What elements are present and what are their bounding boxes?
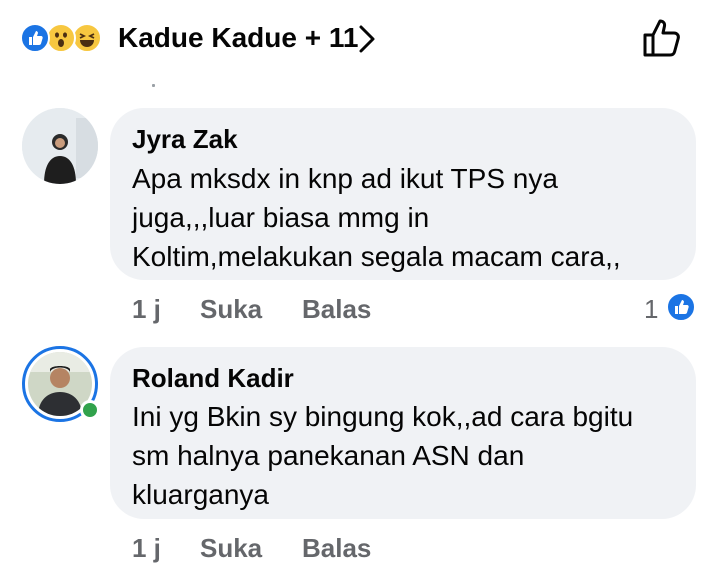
reactions-header[interactable]: Kadue Kadue + 11 (0, 0, 720, 76)
like-icon[interactable] (666, 292, 696, 322)
reply-link[interactable]: Balas (302, 294, 371, 324)
chevron-right-icon[interactable] (356, 24, 378, 54)
comment-author[interactable]: Jyra Zak (132, 124, 238, 154)
like-link[interactable]: Suka (200, 294, 262, 324)
avatar[interactable] (22, 108, 98, 184)
comment-line: Ini yg Bkin sy bingung kok,,ad cara bgit… (132, 401, 634, 432)
like-icon (20, 23, 50, 53)
comment-time: 1 j (132, 294, 161, 324)
reactors-label[interactable]: Kadue Kadue + 11 (118, 20, 358, 56)
reaction-icons (20, 22, 102, 54)
like-button-icon[interactable] (640, 16, 684, 60)
haha-icon (72, 23, 102, 53)
comment-line: Koltim,melakukan segala macam cara,, (132, 241, 621, 272)
comment-author[interactable]: Roland Kadir (132, 363, 294, 393)
comment-actions: 1 j Suka Balas (132, 533, 432, 563)
comment-actions: 1 j Suka Balas (132, 294, 432, 324)
comment-line: sm halnya panekanan ASN dan (132, 440, 525, 471)
wow-icon (46, 23, 76, 53)
reaction-count[interactable]: 1 (644, 294, 658, 324)
online-status-dot (80, 400, 100, 420)
divider-dot (152, 84, 155, 87)
reply-link[interactable]: Balas (302, 533, 371, 563)
like-link[interactable]: Suka (200, 533, 262, 563)
comment-time: 1 j (132, 533, 161, 563)
comment-line: juga,,,luar biasa mmg in (132, 202, 430, 233)
comment-line: Apa mksdx in knp ad ikut TPS nya (132, 163, 558, 194)
comment-line: kluarganya (132, 479, 269, 510)
